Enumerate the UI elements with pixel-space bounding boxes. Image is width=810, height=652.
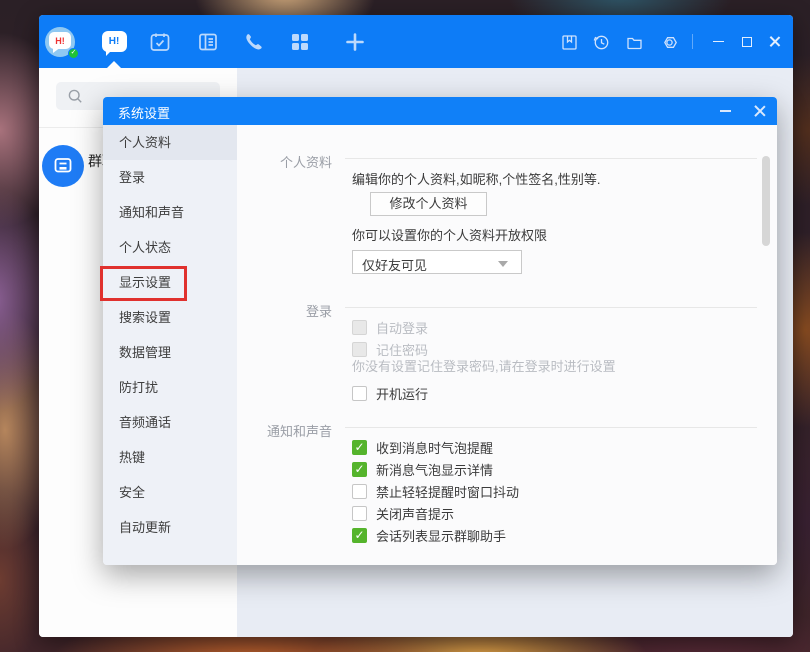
row-bubble-remind: 收到消息时气泡提醒 xyxy=(352,439,493,455)
folder-icon[interactable] xyxy=(626,34,643,51)
sidebar-item-login[interactable]: 登录 xyxy=(103,160,237,195)
profile-permission-dropdown[interactable]: 仅好友可见 xyxy=(352,250,522,274)
profile-permission-text: 你可以设置你的个人资料开放权限 xyxy=(352,225,547,244)
row-auto-login: 自动登录 xyxy=(352,319,428,335)
sidebar-item-auto-update[interactable]: 自动更新 xyxy=(103,510,237,545)
chevron-down-icon xyxy=(498,261,508,267)
dialog-titlebar: 系统设置 xyxy=(103,97,777,125)
active-tab-notch xyxy=(107,61,121,68)
dialog-close-button[interactable] xyxy=(748,97,772,125)
phone-icon[interactable] xyxy=(242,31,264,53)
sidebar-item-dnd[interactable]: 防打扰 xyxy=(103,370,237,405)
section-label-notifications: 通知和声音 xyxy=(237,421,332,440)
dialog-minimize-button[interactable] xyxy=(714,97,736,125)
edit-profile-button[interactable]: 修改个人资料 xyxy=(370,192,487,216)
desktop: H! ✓ H! xyxy=(0,0,810,652)
row-no-window-shake: 禁止轻轻提醒时窗口抖动 xyxy=(352,483,519,499)
search-icon xyxy=(67,88,84,105)
checkbox-no-window-shake[interactable] xyxy=(352,484,367,499)
calendar-icon[interactable] xyxy=(149,31,171,53)
checkbox-mute-sound[interactable] xyxy=(352,506,367,521)
toolbar-divider xyxy=(692,34,693,49)
section-divider xyxy=(345,158,757,159)
scrollbar-thumb[interactable] xyxy=(762,156,770,246)
checkbox-run-on-startup[interactable] xyxy=(352,386,367,401)
avatar-logo-bubble: H! xyxy=(49,32,71,49)
dialog-title: 系统设置 xyxy=(118,103,170,122)
checkbox-auto-login[interactable] xyxy=(352,320,367,335)
sidebar-item-audio-call[interactable]: 音频通话 xyxy=(103,405,237,440)
checkbox-bubble-remind[interactable] xyxy=(352,440,367,455)
add-icon[interactable] xyxy=(344,31,366,53)
checkbox-bubble-detail[interactable] xyxy=(352,462,367,477)
row-remember-password: 记住密码 xyxy=(352,341,428,357)
sidebar-item-hotkeys[interactable]: 热键 xyxy=(103,440,237,475)
sidebar-item-notifications[interactable]: 通知和声音 xyxy=(103,195,237,230)
sidebar-item-data[interactable]: 数据管理 xyxy=(103,335,237,370)
window-close-button[interactable] xyxy=(765,33,783,50)
history-icon[interactable] xyxy=(593,34,610,51)
row-mute-sound: 关闭声音提示 xyxy=(352,505,454,521)
avatar-logo-text: H! xyxy=(55,36,65,46)
row-group-assistant: 会话列表显示群聊助手 xyxy=(352,527,506,543)
sidebar-item-search[interactable]: 搜索设置 xyxy=(103,300,237,335)
row-run-on-startup: 开机运行 xyxy=(352,385,428,401)
chat-bubble-icon xyxy=(52,155,74,177)
login-hint: 你没有设置记住登录密码,请在登录时进行设置 xyxy=(352,356,616,375)
window-minimize-button[interactable] xyxy=(709,33,727,50)
checkbox-remember-password[interactable] xyxy=(352,342,367,357)
section-divider xyxy=(345,307,757,308)
row-bubble-detail: 新消息气泡显示详情 xyxy=(352,461,493,477)
profile-desc: 编辑你的个人资料,如昵称,个性签名,性别等. xyxy=(352,169,600,188)
online-status-icon: ✓ xyxy=(68,48,79,59)
favorites-icon[interactable] xyxy=(561,34,578,51)
section-label-login: 登录 xyxy=(237,301,332,320)
settings-content: 个人资料 编辑你的个人资料,如昵称,个性签名,性别等. 修改个人资料 你可以设置… xyxy=(237,125,777,565)
window-maximize-button[interactable] xyxy=(738,33,756,50)
checkbox-group-assistant[interactable] xyxy=(352,528,367,543)
apps-grid-icon[interactable] xyxy=(289,31,311,53)
sidebar-item-profile[interactable]: 个人资料 xyxy=(103,125,237,160)
news-icon[interactable] xyxy=(197,31,219,53)
sidebar-item-status[interactable]: 个人状态 xyxy=(103,230,237,265)
dropdown-value: 仅好友可见 xyxy=(362,255,427,274)
settings-sidebar: 个人资料 登录 通知和声音 个人状态 显示设置 搜索设置 数据管理 防打扰 音频… xyxy=(103,125,237,565)
sidebar-item-security[interactable]: 安全 xyxy=(103,475,237,510)
group-chat-avatar xyxy=(42,145,84,187)
section-label-profile: 个人资料 xyxy=(237,152,332,171)
tab-messages[interactable]: H! xyxy=(100,28,128,55)
user-avatar[interactable]: H! ✓ xyxy=(45,27,75,57)
messages-icon: H! xyxy=(102,31,127,52)
section-divider xyxy=(345,427,757,428)
main-toolbar: H! ✓ H! xyxy=(39,15,793,68)
settings-dialog: 系统设置 个人资料 登录 通知和声音 个人状态 显示设置 搜索设置 数据管理 防… xyxy=(103,97,777,565)
settings-gear-icon[interactable] xyxy=(661,34,678,51)
sidebar-item-display[interactable]: 显示设置 xyxy=(103,265,237,300)
